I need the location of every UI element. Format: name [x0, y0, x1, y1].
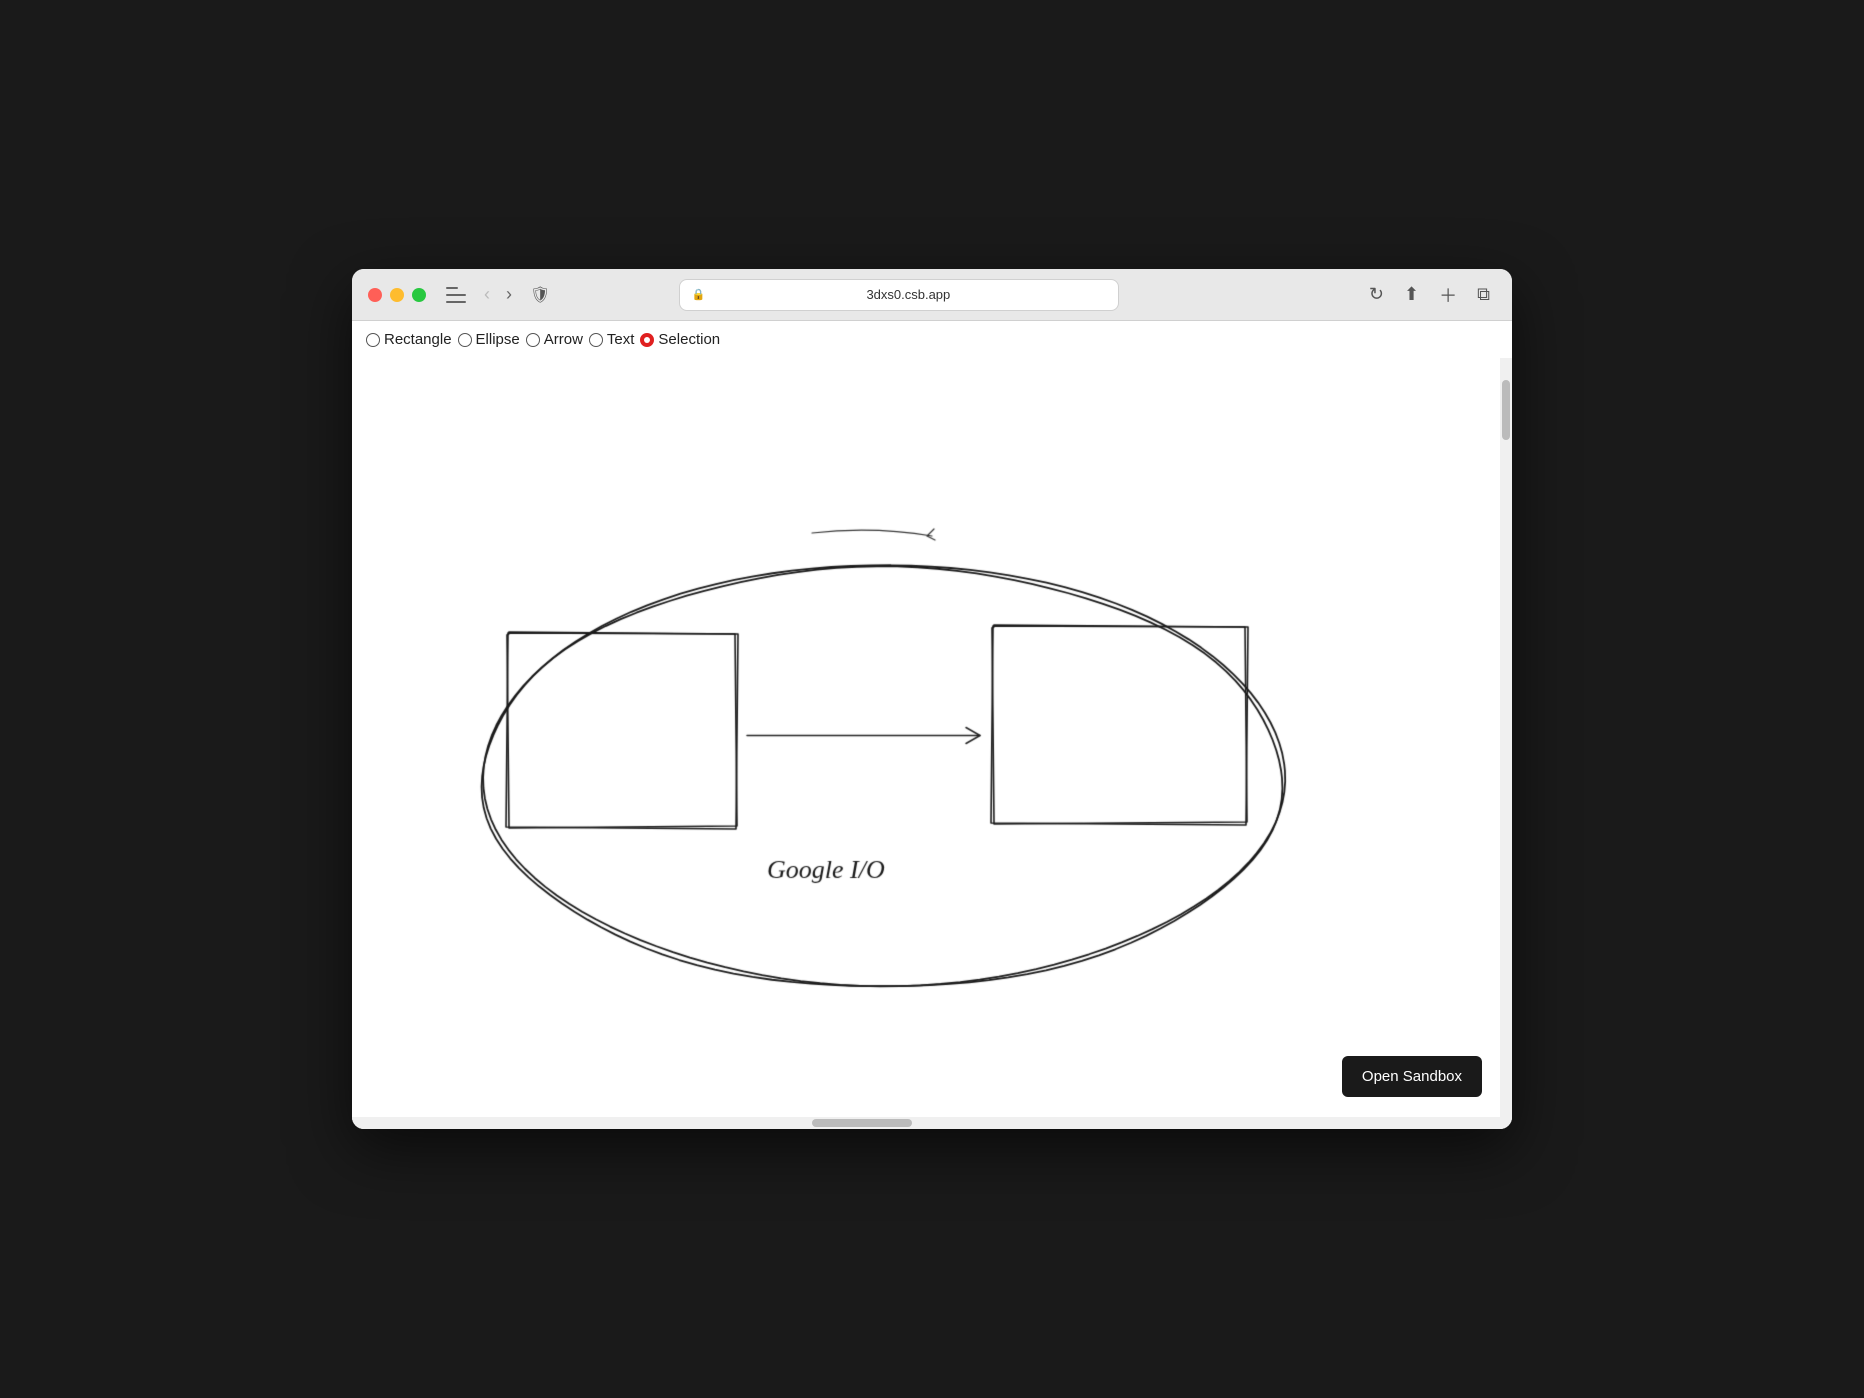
scrollbar-bottom[interactable]	[352, 1117, 1500, 1129]
browser-content: Rectangle Ellipse Arrow Text Selection	[352, 321, 1512, 1129]
share-button[interactable]: ⬆	[1398, 280, 1425, 309]
url-text: 3dxs0.csb.app	[711, 287, 1105, 302]
drawing-canvas[interactable]	[352, 358, 1500, 1117]
browser-window: ‹ › 🛡 🔒 3dxs0.csb.app ↻ ⬆ ＋ ⧉ Rectangle …	[352, 269, 1512, 1129]
back-button[interactable]: ‹	[478, 280, 496, 309]
tabs-button[interactable]: ⧉	[1471, 280, 1496, 309]
drawing-toolbar: Rectangle Ellipse Arrow Text Selection	[352, 321, 1512, 358]
nav-buttons: ‹ ›	[478, 280, 518, 309]
scrollbar-right[interactable]	[1500, 358, 1512, 1129]
arrow-label: Arrow	[544, 331, 583, 348]
reload-button[interactable]: ↻	[1363, 280, 1390, 309]
sidebar-toggle-button[interactable]	[446, 287, 466, 303]
new-tab-button[interactable]: ＋	[1433, 278, 1463, 312]
toolbar-right: ↻ ⬆ ＋ ⧉	[1363, 278, 1496, 312]
scrollbar-thumb-bottom[interactable]	[812, 1119, 912, 1127]
rectangle-radio[interactable]	[366, 333, 380, 347]
open-sandbox-button[interactable]: Open Sandbox	[1342, 1056, 1482, 1097]
canvas-area[interactable]: Open Sandbox	[352, 358, 1512, 1129]
text-label: Text	[607, 331, 635, 348]
shield-icon: 🛡	[530, 285, 550, 305]
minimize-button[interactable]	[390, 288, 404, 302]
lock-icon: 🔒	[692, 288, 706, 301]
text-radio[interactable]	[589, 333, 603, 347]
title-bar: ‹ › 🛡 🔒 3dxs0.csb.app ↻ ⬆ ＋ ⧉	[352, 269, 1512, 321]
forward-button[interactable]: ›	[500, 280, 518, 309]
ellipse-label: Ellipse	[476, 331, 520, 348]
ellipse-radio[interactable]	[458, 333, 472, 347]
arrow-radio[interactable]	[526, 333, 540, 347]
rectangle-label: Rectangle	[384, 331, 452, 348]
address-bar[interactable]: 🔒 3dxs0.csb.app	[679, 279, 1119, 311]
tool-rectangle[interactable]: Rectangle	[366, 331, 452, 348]
selection-label: Selection	[658, 331, 720, 348]
selection-radio[interactable]	[640, 333, 654, 347]
tool-selection[interactable]: Selection	[640, 331, 720, 348]
tool-ellipse[interactable]: Ellipse	[458, 331, 520, 348]
tool-arrow[interactable]: Arrow	[526, 331, 583, 348]
tool-text[interactable]: Text	[589, 331, 635, 348]
maximize-button[interactable]	[412, 288, 426, 302]
traffic-lights	[368, 288, 426, 302]
scrollbar-thumb-right[interactable]	[1502, 380, 1510, 440]
close-button[interactable]	[368, 288, 382, 302]
